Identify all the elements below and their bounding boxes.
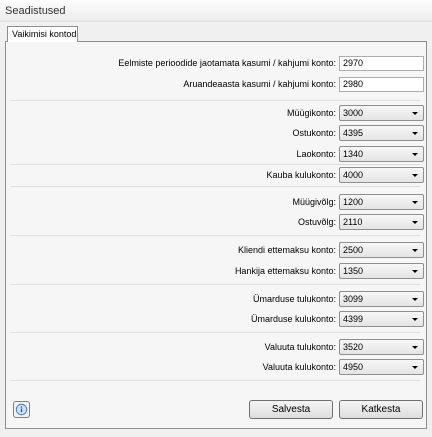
sales-account-select[interactable]: 3000	[339, 105, 424, 121]
label-receivable: Müügivõlg:	[292, 197, 336, 207]
payable-account-select[interactable]: 2110	[339, 214, 424, 230]
supplier-prepay-account-value: 1350	[343, 266, 364, 276]
currency-income-account-select[interactable]: 3520	[339, 339, 424, 355]
save-button[interactable]: Salvesta	[249, 400, 333, 419]
separator	[10, 186, 420, 187]
receivable-account-value: 1200	[343, 197, 364, 207]
tab-default-accounts[interactable]: Vaikimisi kontod	[7, 26, 78, 42]
chevron-down-icon	[412, 112, 418, 115]
window-title: Seadistused	[5, 5, 66, 17]
chevron-down-icon	[412, 153, 418, 156]
separator	[10, 235, 420, 236]
separator	[10, 164, 420, 165]
label-year-profit: Aruandeaasta kasumi / kahjumi konto:	[183, 79, 336, 89]
help-button[interactable]	[13, 401, 30, 418]
chevron-down-icon	[412, 249, 418, 252]
label-sales: Müügikonto:	[286, 108, 336, 118]
label-rounding-income: Ümarduse tulukonto:	[252, 294, 336, 304]
label-customer-prepay: Kliendi ettemaksu konto:	[237, 245, 336, 255]
currency-expense-account-value: 4950	[343, 362, 364, 372]
sales-account-value: 3000	[343, 108, 364, 118]
customer-prepay-account-value: 2500	[343, 245, 364, 255]
purchase-account-value: 4395	[343, 128, 364, 138]
currency-income-account-value: 3520	[343, 342, 364, 352]
supplier-prepay-account-select[interactable]: 1350	[339, 263, 424, 279]
chevron-down-icon	[412, 318, 418, 321]
chevron-down-icon	[412, 346, 418, 349]
rounding-expense-account-value: 4399	[343, 314, 364, 324]
unallocated-profit-field[interactable]: 2970	[339, 56, 424, 71]
chevron-down-icon	[412, 201, 418, 204]
title-bar: Seadistused	[0, 0, 432, 22]
label-supplier-prepay: Hankija ettemaksu konto:	[234, 266, 336, 276]
label-stock: Laokonto:	[296, 149, 336, 159]
label-rounding-expense: Ümarduse kulukonto:	[250, 314, 336, 324]
rounding-income-account-value: 3099	[343, 294, 364, 304]
receivable-account-select[interactable]: 1200	[339, 194, 424, 210]
currency-expense-account-select[interactable]: 4950	[339, 359, 424, 375]
rounding-expense-account-select[interactable]: 4399	[339, 311, 424, 327]
label-goods-expense: Kauba kulukonto:	[266, 170, 336, 180]
goods-expense-account-value: 4000	[343, 170, 364, 180]
chevron-down-icon	[412, 366, 418, 369]
goods-expense-account-select[interactable]: 4000	[339, 167, 424, 183]
separator	[10, 284, 420, 285]
chevron-down-icon	[412, 221, 418, 224]
separator	[10, 380, 420, 381]
year-profit-field[interactable]: 2980	[339, 77, 424, 92]
separator	[10, 332, 420, 333]
stock-account-select[interactable]: 1340	[339, 146, 424, 162]
separator	[10, 100, 420, 101]
label-unallocated-profit: Eelmiste perioodide jaotamata kasumi / k…	[118, 58, 336, 68]
purchase-account-select[interactable]: 4395	[339, 125, 424, 141]
stock-account-value: 1340	[343, 149, 364, 159]
chevron-down-icon	[412, 270, 418, 273]
chevron-down-icon	[412, 174, 418, 177]
label-currency-income: Valuuta tulukonto:	[264, 342, 336, 352]
chevron-down-icon	[412, 132, 418, 135]
label-payable: Ostuvõlg:	[297, 217, 336, 227]
rounding-income-account-select[interactable]: 3099	[339, 291, 424, 307]
cancel-button[interactable]: Katkesta	[339, 400, 423, 419]
help-icon	[15, 403, 28, 416]
label-purchase: Ostukonto:	[292, 128, 336, 138]
chevron-down-icon	[412, 298, 418, 301]
label-currency-expense: Valuuta kulukonto:	[262, 362, 336, 372]
payable-account-value: 2110	[343, 217, 363, 227]
customer-prepay-account-select[interactable]: 2500	[339, 242, 424, 258]
